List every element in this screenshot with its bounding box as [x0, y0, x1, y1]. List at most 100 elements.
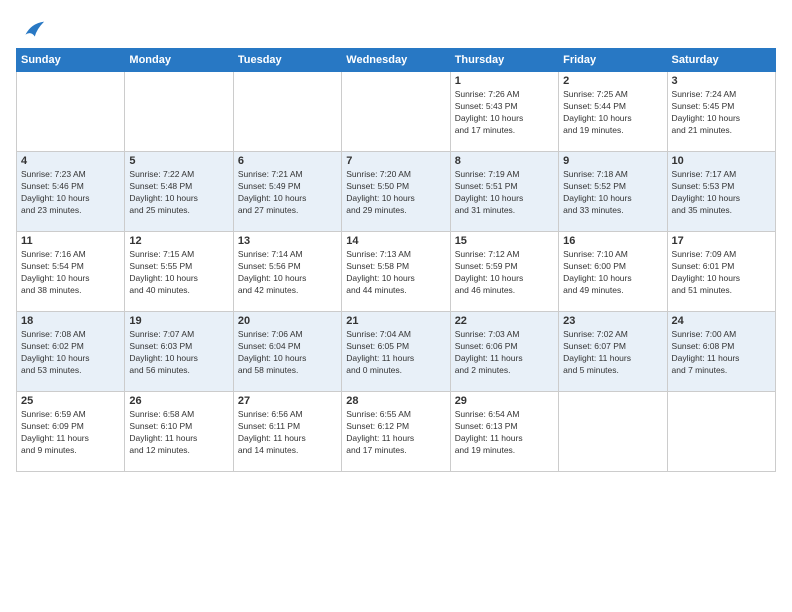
day-cell: 10Sunrise: 7:17 AMSunset: 5:53 PMDayligh…: [667, 152, 775, 232]
day-cell: 27Sunrise: 6:56 AMSunset: 6:11 PMDayligh…: [233, 392, 341, 472]
logo: [16, 16, 46, 40]
day-info: Sunrise: 7:21 AMSunset: 5:49 PMDaylight:…: [238, 169, 337, 217]
day-info: Sunrise: 7:09 AMSunset: 6:01 PMDaylight:…: [672, 249, 771, 297]
day-cell: [233, 72, 341, 152]
day-number: 21: [346, 315, 445, 327]
day-info: Sunrise: 7:19 AMSunset: 5:51 PMDaylight:…: [455, 169, 554, 217]
col-header-monday: Monday: [125, 49, 233, 72]
day-info: Sunrise: 6:59 AMSunset: 6:09 PMDaylight:…: [21, 409, 120, 457]
day-number: 19: [129, 315, 228, 327]
day-info: Sunrise: 7:07 AMSunset: 6:03 PMDaylight:…: [129, 329, 228, 377]
day-info: Sunrise: 7:03 AMSunset: 6:06 PMDaylight:…: [455, 329, 554, 377]
day-number: 26: [129, 395, 228, 407]
day-number: 5: [129, 155, 228, 167]
day-number: 20: [238, 315, 337, 327]
col-header-wednesday: Wednesday: [342, 49, 450, 72]
day-cell: 1 Sunrise: 7:26 AMSunset: 5:43 PMDaylight…: [450, 72, 558, 152]
day-cell: 17Sunrise: 7:09 AMSunset: 6:01 PMDayligh…: [667, 232, 775, 312]
day-info: Sunrise: 7:26 AMSunset: 5:43 PMDaylight:…: [455, 89, 554, 137]
day-cell: [667, 392, 775, 472]
day-number: 28: [346, 395, 445, 407]
day-cell: 9 Sunrise: 7:18 AMSunset: 5:52 PMDaylight…: [559, 152, 667, 232]
day-info: Sunrise: 7:08 AMSunset: 6:02 PMDaylight:…: [21, 329, 120, 377]
day-cell: 22 Sunrise: 7:03 AMSunset: 6:06 PMDayligh…: [450, 312, 558, 392]
day-number: 14: [346, 235, 445, 247]
col-header-thursday: Thursday: [450, 49, 558, 72]
day-number: 23: [563, 315, 662, 327]
day-cell: [342, 72, 450, 152]
header-row: SundayMondayTuesdayWednesdayThursdayFrid…: [17, 49, 776, 72]
logo-bird-icon: [18, 16, 46, 44]
day-cell: 5 Sunrise: 7:22 AMSunset: 5:48 PMDaylight…: [125, 152, 233, 232]
day-info: Sunrise: 7:23 AMSunset: 5:46 PMDaylight:…: [21, 169, 120, 217]
day-number: 1: [455, 75, 554, 87]
col-header-friday: Friday: [559, 49, 667, 72]
week-row-5: 25 Sunrise: 6:59 AMSunset: 6:09 PMDayligh…: [17, 392, 776, 472]
col-header-saturday: Saturday: [667, 49, 775, 72]
day-info: Sunrise: 7:16 AMSunset: 5:54 PMDaylight:…: [21, 249, 120, 297]
day-cell: 6 Sunrise: 7:21 AMSunset: 5:49 PMDaylight…: [233, 152, 341, 232]
week-row-2: 4Sunrise: 7:23 AMSunset: 5:46 PMDaylight…: [17, 152, 776, 232]
day-number: 16: [563, 235, 662, 247]
day-cell: 8 Sunrise: 7:19 AMSunset: 5:51 PMDaylight…: [450, 152, 558, 232]
day-cell: 16 Sunrise: 7:10 AMSunset: 6:00 PMDayligh…: [559, 232, 667, 312]
day-info: Sunrise: 7:22 AMSunset: 5:48 PMDaylight:…: [129, 169, 228, 217]
day-info: Sunrise: 7:06 AMSunset: 6:04 PMDaylight:…: [238, 329, 337, 377]
day-number: 3: [672, 75, 771, 87]
day-cell: 12 Sunrise: 7:15 AMSunset: 5:55 PMDayligh…: [125, 232, 233, 312]
day-number: 29: [455, 395, 554, 407]
day-cell: 15 Sunrise: 7:12 AMSunset: 5:59 PMDayligh…: [450, 232, 558, 312]
day-info: Sunrise: 7:10 AMSunset: 6:00 PMDaylight:…: [563, 249, 662, 297]
day-cell: 18 Sunrise: 7:08 AMSunset: 6:02 PMDayligh…: [17, 312, 125, 392]
week-row-3: 11 Sunrise: 7:16 AMSunset: 5:54 PMDayligh…: [17, 232, 776, 312]
day-info: Sunrise: 7:25 AMSunset: 5:44 PMDaylight:…: [563, 89, 662, 137]
day-cell: 3 Sunrise: 7:24 AMSunset: 5:45 PMDaylight…: [667, 72, 775, 152]
day-info: Sunrise: 7:14 AMSunset: 5:56 PMDaylight:…: [238, 249, 337, 297]
day-info: Sunrise: 7:15 AMSunset: 5:55 PMDaylight:…: [129, 249, 228, 297]
day-cell: 26 Sunrise: 6:58 AMSunset: 6:10 PMDayligh…: [125, 392, 233, 472]
col-header-sunday: Sunday: [17, 49, 125, 72]
day-number: 27: [238, 395, 337, 407]
day-cell: 25 Sunrise: 6:59 AMSunset: 6:09 PMDayligh…: [17, 392, 125, 472]
day-cell: 4Sunrise: 7:23 AMSunset: 5:46 PMDaylight…: [17, 152, 125, 232]
day-number: 8: [455, 155, 554, 167]
day-number: 2: [563, 75, 662, 87]
day-cell: 20 Sunrise: 7:06 AMSunset: 6:04 PMDayligh…: [233, 312, 341, 392]
day-info: Sunrise: 7:24 AMSunset: 5:45 PMDaylight:…: [672, 89, 771, 137]
day-cell: 21Sunrise: 7:04 AMSunset: 6:05 PMDayligh…: [342, 312, 450, 392]
day-cell: [559, 392, 667, 472]
day-info: Sunrise: 6:55 AMSunset: 6:12 PMDaylight:…: [346, 409, 445, 457]
day-info: Sunrise: 7:00 AMSunset: 6:08 PMDaylight:…: [672, 329, 771, 377]
day-cell: 29 Sunrise: 6:54 AMSunset: 6:13 PMDayligh…: [450, 392, 558, 472]
day-number: 9: [563, 155, 662, 167]
day-info: Sunrise: 7:12 AMSunset: 5:59 PMDaylight:…: [455, 249, 554, 297]
day-number: 18: [21, 315, 120, 327]
day-number: 12: [129, 235, 228, 247]
day-cell: 28 Sunrise: 6:55 AMSunset: 6:12 PMDayligh…: [342, 392, 450, 472]
day-cell: 19 Sunrise: 7:07 AMSunset: 6:03 PMDayligh…: [125, 312, 233, 392]
day-number: 13: [238, 235, 337, 247]
day-info: Sunrise: 7:18 AMSunset: 5:52 PMDaylight:…: [563, 169, 662, 217]
calendar-table: SundayMondayTuesdayWednesdayThursdayFrid…: [16, 48, 776, 472]
day-cell: 7Sunrise: 7:20 AMSunset: 5:50 PMDaylight…: [342, 152, 450, 232]
week-row-4: 18 Sunrise: 7:08 AMSunset: 6:02 PMDayligh…: [17, 312, 776, 392]
week-row-1: 1 Sunrise: 7:26 AMSunset: 5:43 PMDaylight…: [17, 72, 776, 152]
day-number: 15: [455, 235, 554, 247]
day-number: 22: [455, 315, 554, 327]
day-cell: 13 Sunrise: 7:14 AMSunset: 5:56 PMDayligh…: [233, 232, 341, 312]
day-cell: 14Sunrise: 7:13 AMSunset: 5:58 PMDayligh…: [342, 232, 450, 312]
day-info: Sunrise: 6:54 AMSunset: 6:13 PMDaylight:…: [455, 409, 554, 457]
day-number: 24: [672, 315, 771, 327]
col-header-tuesday: Tuesday: [233, 49, 341, 72]
day-cell: 24 Sunrise: 7:00 AMSunset: 6:08 PMDayligh…: [667, 312, 775, 392]
day-info: Sunrise: 6:58 AMSunset: 6:10 PMDaylight:…: [129, 409, 228, 457]
day-cell: [17, 72, 125, 152]
day-number: 6: [238, 155, 337, 167]
day-info: Sunrise: 7:02 AMSunset: 6:07 PMDaylight:…: [563, 329, 662, 377]
day-number: 10: [672, 155, 771, 167]
day-info: Sunrise: 7:20 AMSunset: 5:50 PMDaylight:…: [346, 169, 445, 217]
day-cell: 23 Sunrise: 7:02 AMSunset: 6:07 PMDayligh…: [559, 312, 667, 392]
day-number: 25: [21, 395, 120, 407]
day-number: 11: [21, 235, 120, 247]
day-cell: 11 Sunrise: 7:16 AMSunset: 5:54 PMDayligh…: [17, 232, 125, 312]
